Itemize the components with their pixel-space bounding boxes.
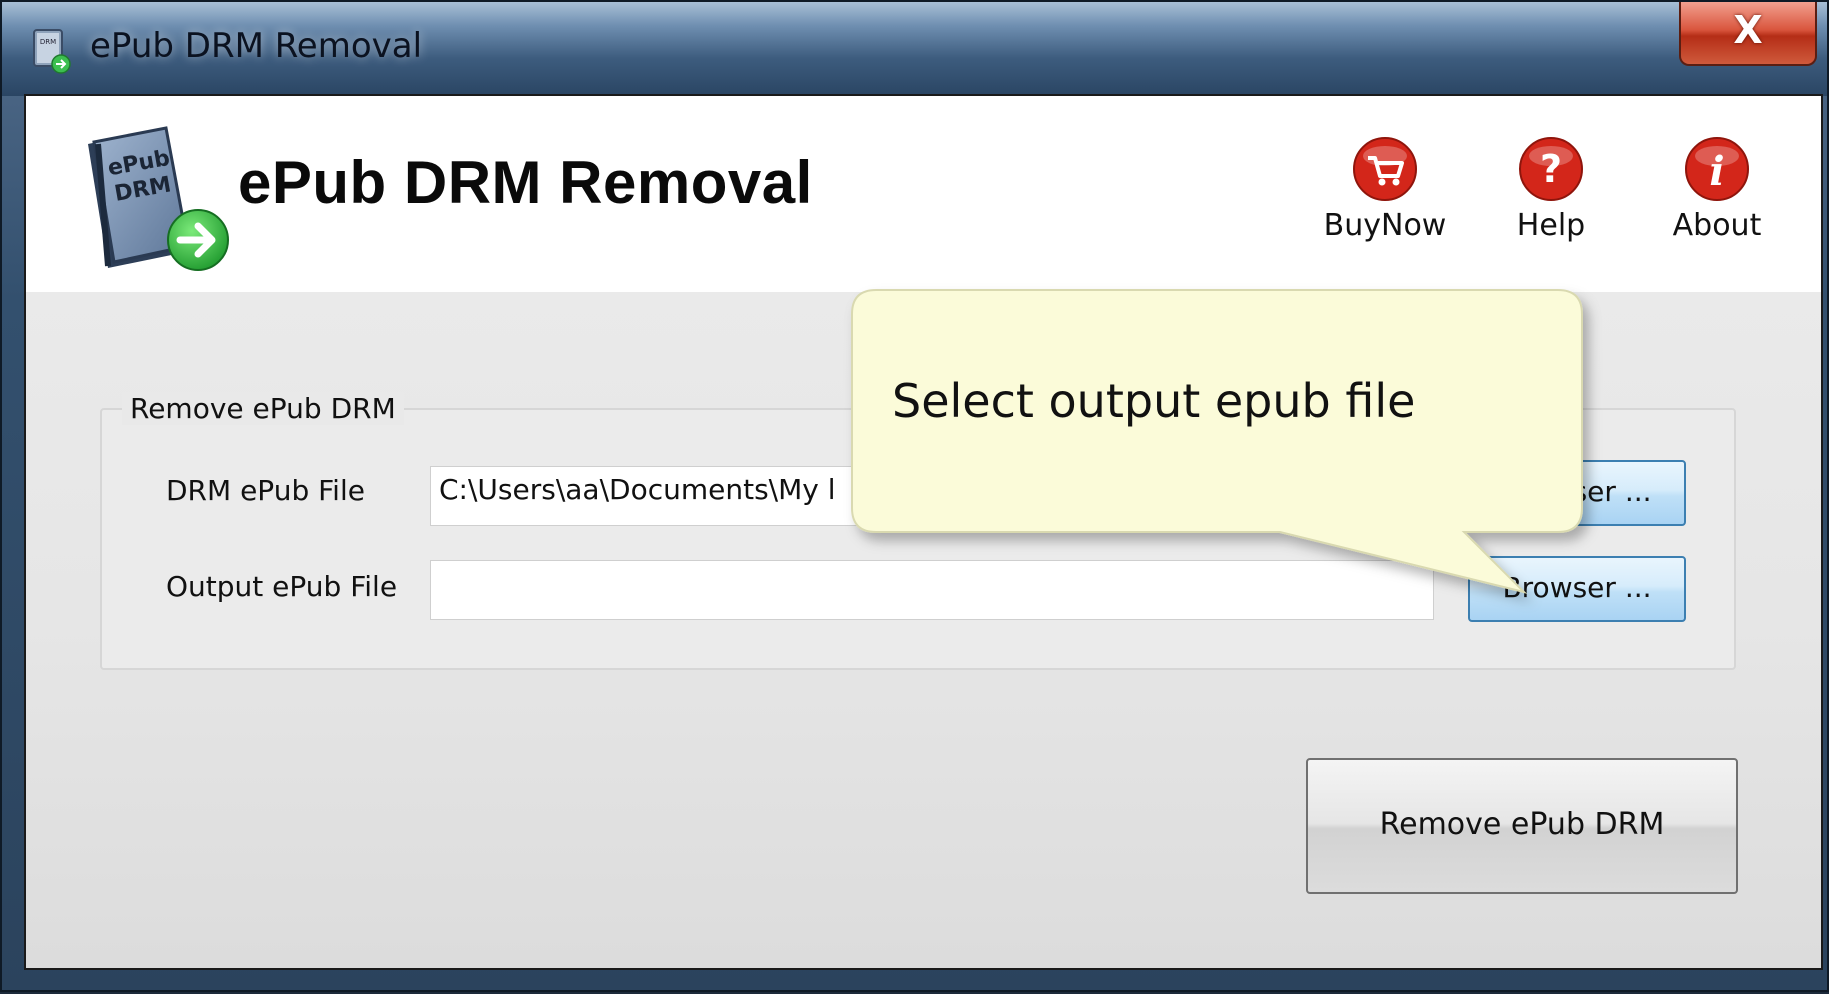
cart-icon [1353,137,1417,201]
app-window: DRM ePub DRM Removal X ePub DRM ePub DRM… [0,0,1829,992]
about-label: About [1672,208,1762,243]
svg-text:i: i [1709,148,1724,195]
epub-drm-logo-icon: ePub DRM [88,126,229,271]
drm-file-input[interactable]: C:\Users\aa\Documents\My l [430,466,1434,526]
buy-now-label: BuyNow [1323,208,1447,243]
tooltip-text: Select output epub file [892,374,1416,428]
help-label: Help [1516,208,1586,243]
output-file-input[interactable] [430,560,1434,620]
app-title: ePub DRM Removal [238,149,813,216]
remove-drm-button[interactable]: Remove ePub DRM [1306,758,1738,894]
header-panel: ePub DRM ePub DRM Removal BuyNow ? Help … [26,96,1821,292]
output-browse-button[interactable]: Browser ... [1468,556,1686,622]
drm-browse-button[interactable]: Browser ... [1468,460,1686,526]
groupbox-legend: Remove ePub DRM [122,392,404,425]
help-button[interactable]: ? Help [1476,136,1626,243]
svg-text:DRM: DRM [40,38,56,46]
app-small-icon: DRM [33,29,71,74]
title-bar[interactable]: DRM ePub DRM Removal X [2,2,1827,96]
question-icon: ? [1519,137,1583,201]
buy-now-button[interactable]: BuyNow [1310,136,1460,243]
drm-file-label: DRM ePub File [166,474,365,507]
client-area: ePub DRM ePub DRM Removal BuyNow ? Help … [24,94,1823,970]
window-title: ePub DRM Removal [90,26,423,66]
close-icon: X [1733,8,1763,52]
output-file-label: Output ePub File [166,570,398,603]
close-button[interactable]: X [1679,2,1817,66]
about-button[interactable]: i About [1642,136,1792,243]
remove-drm-groupbox [100,408,1736,670]
svg-text:?: ? [1540,147,1562,191]
info-icon: i [1685,137,1749,201]
